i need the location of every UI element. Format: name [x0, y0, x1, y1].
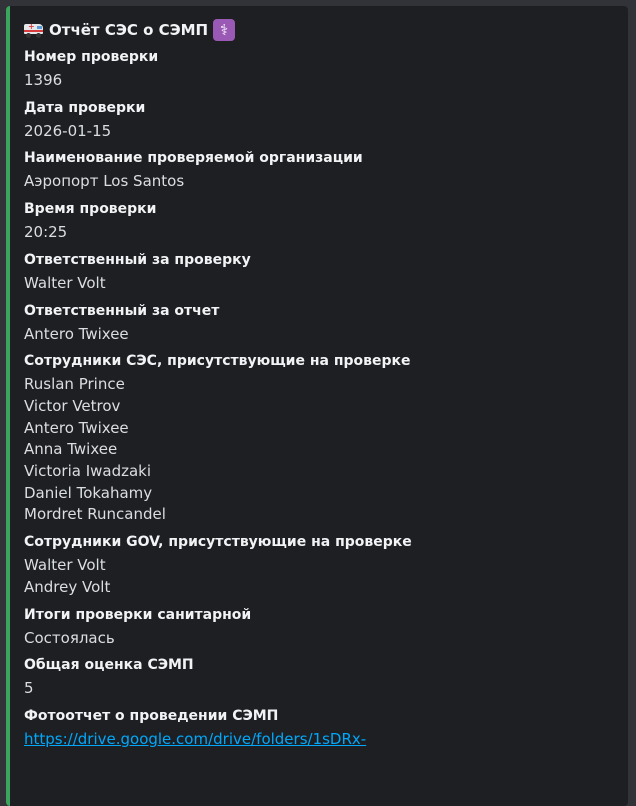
medical-symbol-icon: ⚕ [213, 19, 236, 41]
field-responsible-report: Ответственный за отчет Antero Twixee [24, 302, 612, 346]
field-value: Walter Volt [24, 273, 106, 292]
photo-report-link[interactable]: https://drive.google.com/drive/folders/1… [24, 730, 366, 748]
field-photo-report: Фотоотчет о проведении СЭМП https://driv… [24, 707, 612, 751]
field-overall-score: Общая оценка СЭМП 5 [24, 656, 612, 700]
embed-title-text: Отчёт СЭС о СЭМП [49, 21, 209, 39]
field-value: 2026-01-15 [24, 121, 112, 140]
field-gov-staff: Сотрудники GOV, присутствующие на провер… [24, 533, 612, 598]
field-name: Общая оценка СЭМП [24, 657, 194, 674]
field-name: Номер проверки [24, 49, 159, 65]
embed-title: + Отчёт СЭС о СЭМП ⚕ [24, 18, 612, 42]
field-value-line: Victoria Iwadzaki [24, 462, 152, 481]
field-value: 1396 [24, 71, 63, 89]
field-name: Дата проверки [24, 99, 146, 116]
field-name: Ответственный за отчет [24, 302, 220, 319]
field-sanitary-result: Итоги проверки санитарной Состоялась [24, 606, 612, 650]
field-name: Ответственный за проверку [24, 251, 251, 268]
field-responsible-inspection: Ответственный за проверку Walter Volt [24, 251, 612, 295]
field-organization: Наименование проверяемой организации Аэр… [24, 149, 612, 193]
field-ses-staff: Сотрудники СЭС, присутствующие на провер… [24, 352, 612, 526]
field-value: Аэропорт Los Santos [24, 172, 185, 191]
field-value-line: Antero Twixee [24, 418, 129, 437]
field-value: Antero Twixee [24, 324, 129, 343]
field-value-line: Anna Twixee [24, 440, 118, 459]
field-name: Время проверки [24, 201, 157, 218]
field-value-line: Mordret Runcandel [24, 505, 166, 524]
field-name: Итоги проверки санитарной [24, 606, 252, 623]
field-name: Сотрудники СЭС, присутствующие на провер… [24, 353, 411, 370]
report-embed: + Отчёт СЭС о СЭМП ⚕ Номер проверки 1396… [6, 6, 628, 806]
field-value: Состоялась [24, 628, 115, 647]
field-name: Наименование проверяемой организации [24, 150, 363, 167]
field-inspection-number: Номер проверки 1396 [24, 48, 612, 92]
field-name: Сотрудники GOV, присутствующие на провер… [24, 534, 412, 551]
field-inspection-date: Дата проверки 2026-01-15 [24, 99, 612, 143]
ambulance-icon: + [24, 22, 44, 38]
field-value-line: Walter Volt [24, 556, 106, 575]
field-value-line: Andrey Volt [24, 577, 111, 596]
field-value: 20:25 [24, 223, 68, 242]
field-inspection-time: Время проверки 20:25 [24, 200, 612, 244]
field-name: Фотоотчет о проведении СЭМП [24, 707, 279, 724]
field-value-line: Ruslan Prince [24, 375, 125, 394]
field-value: 5 [24, 679, 34, 698]
field-value-line: Victor Vetrov [24, 396, 121, 415]
field-value-line: Daniel Tokahamy [24, 483, 153, 502]
